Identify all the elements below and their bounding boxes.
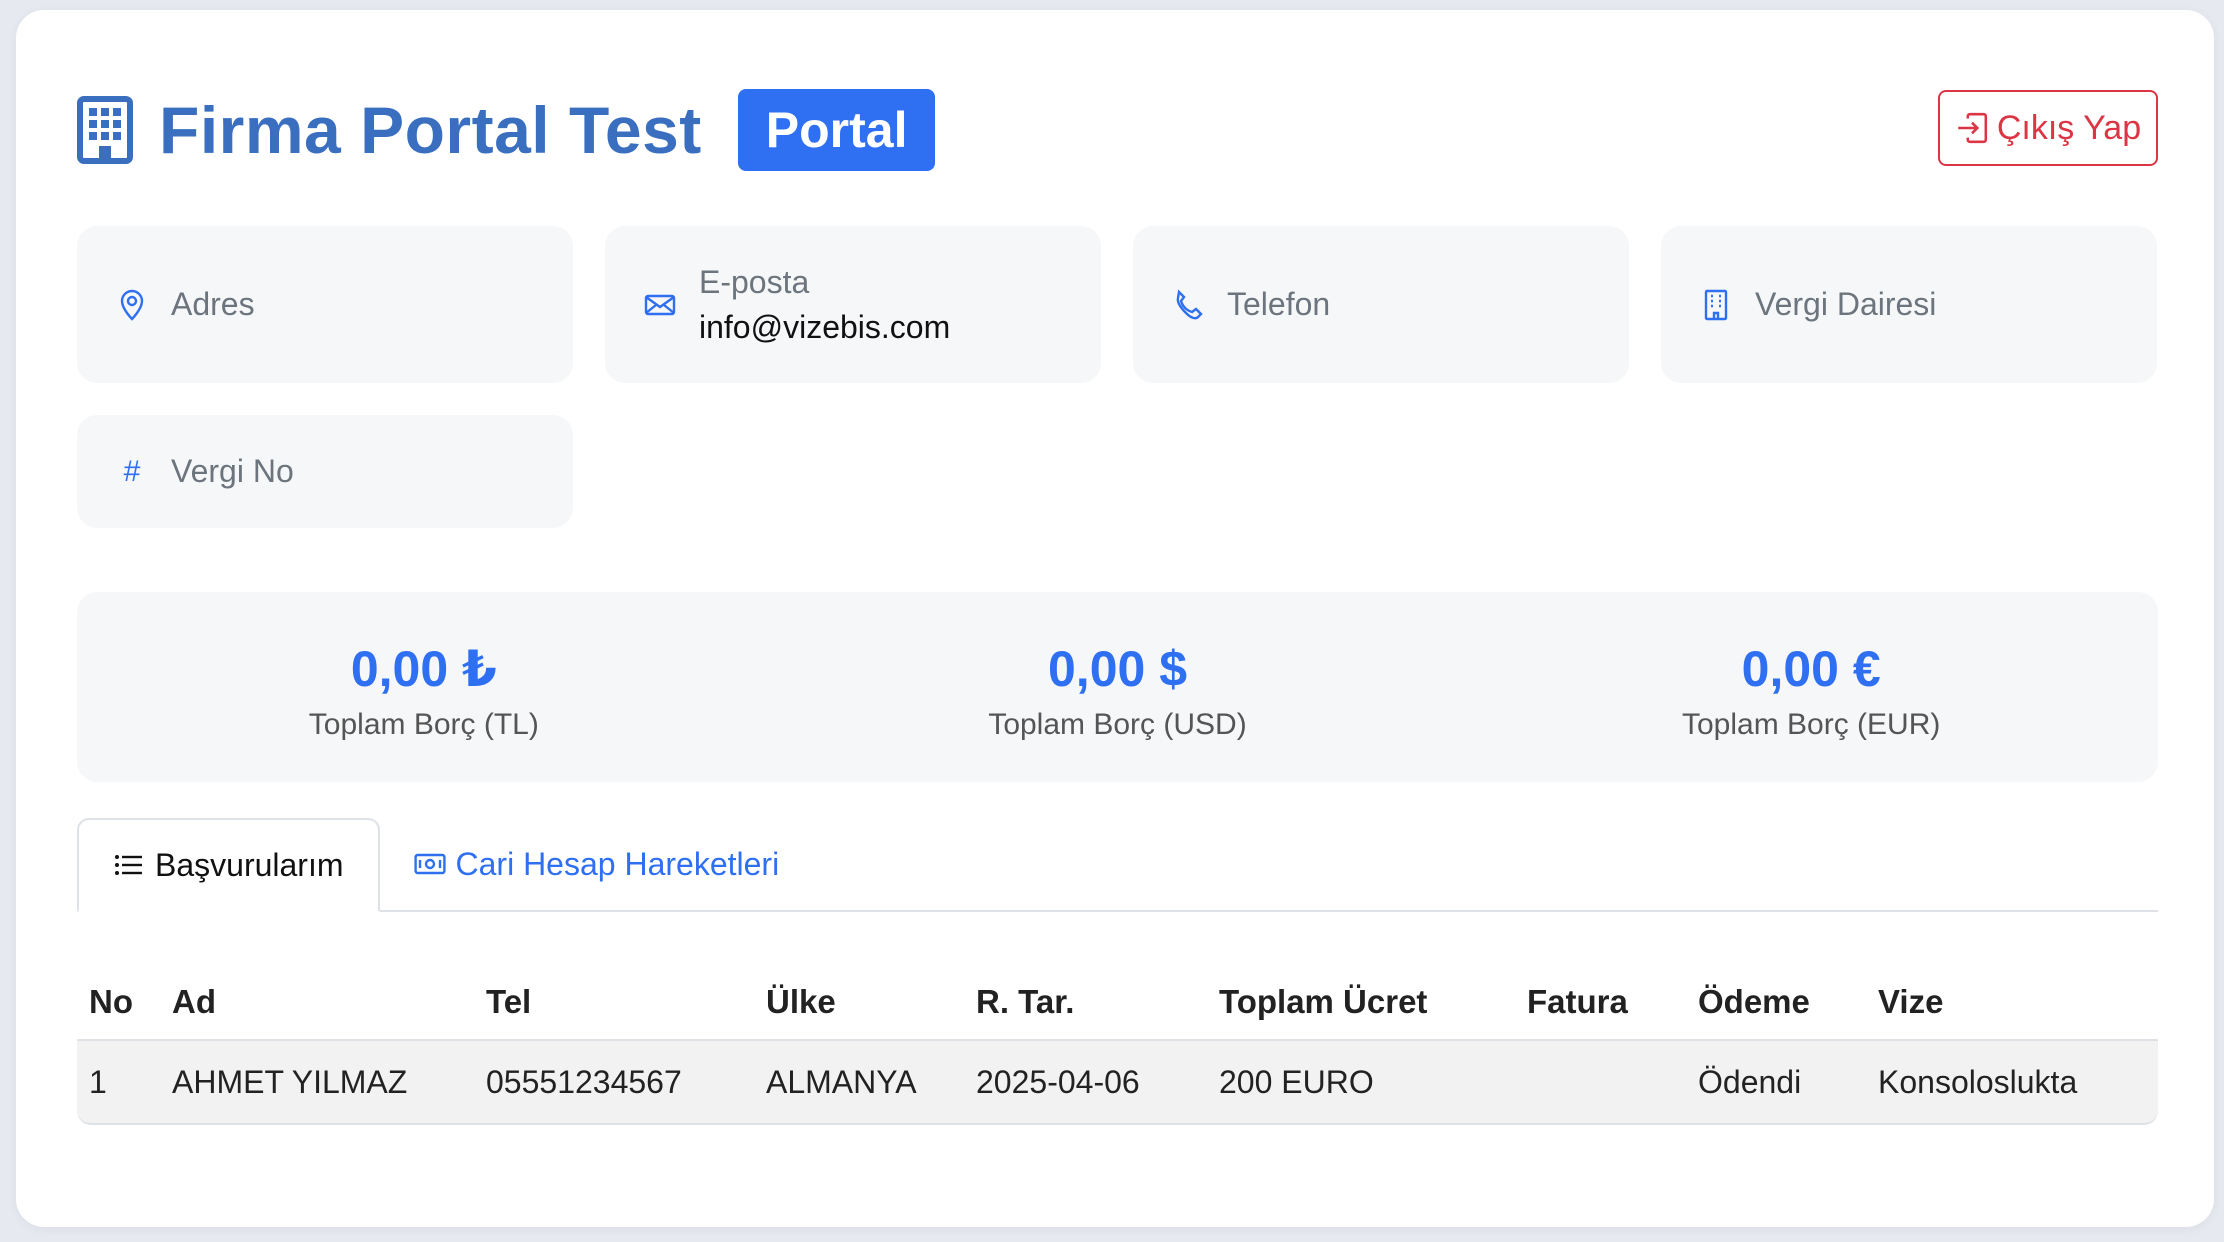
- table-header: No Ad Tel Ülke R. Tar. Toplam Ücret Fatu…: [77, 965, 2158, 1041]
- cell-phone: 05551234567: [486, 1063, 682, 1100]
- cell-total-fee: 200 EURO: [1219, 1063, 1374, 1100]
- total-label: Toplam Borç (USD): [988, 708, 1247, 741]
- building-icon: [1699, 288, 1733, 322]
- cell-visa: Konsolosluktа: [1878, 1063, 2078, 1100]
- page-title: Firma Portal Test: [159, 93, 702, 167]
- col-header: R. Tar.: [976, 983, 1075, 1020]
- tax-office-label: Vergi Dairesi: [1755, 286, 1937, 322]
- portal-badge: Portal: [737, 89, 936, 171]
- phone-icon: [1171, 288, 1205, 322]
- cell-no: 1: [89, 1063, 107, 1100]
- col-header: Fatura: [1527, 983, 1628, 1020]
- total-label: Toplam Borç (TL): [308, 708, 539, 741]
- address-label: Adres: [171, 286, 255, 322]
- col-header: Toplam Ücret: [1219, 983, 1428, 1020]
- list-icon: [115, 855, 142, 875]
- address-box: Adres: [77, 226, 573, 383]
- applications-table: No Ad Tel Ülke R. Tar. Toplam Ücret Fatu…: [77, 965, 2158, 1125]
- tax-office-box: Vergi Dairesi: [1661, 226, 2157, 383]
- email-value: info@vizebis.com: [699, 308, 951, 345]
- total-eur: 0,00 € Toplam Borç (EUR): [1464, 592, 2158, 782]
- col-header: No: [89, 983, 133, 1020]
- phone-label: Telefon: [1227, 286, 1331, 322]
- col-header: Ülke: [766, 983, 836, 1020]
- tab-account-transactions[interactable]: Cari Hesap Hareketleri: [380, 818, 814, 910]
- tax-no-box: # Vergi No: [77, 415, 573, 528]
- tab-label: Başvurularım: [155, 846, 344, 883]
- total-value: 0,00 ₺: [350, 641, 497, 697]
- total-tl: 0,00 ₺ Toplam Borç (TL): [77, 592, 771, 782]
- location-pin-icon: [115, 288, 149, 322]
- tab-bar: Başvurularım Cari Hesap Hareketleri: [77, 818, 2158, 912]
- phone-box: Telefon: [1133, 226, 1629, 383]
- cell-name: AHMET YILMAZ: [172, 1063, 408, 1100]
- logout-label: Çıkış Yap: [1996, 108, 2142, 147]
- building-icon: [77, 96, 133, 164]
- col-header: Ad: [172, 983, 216, 1020]
- hash-icon: #: [123, 454, 141, 488]
- cell-payment: Ödendi: [1698, 1063, 1802, 1100]
- portal-card: Firma Portal Test Portal Çıkış Yap Adres…: [16, 10, 2214, 1227]
- total-label: Toplam Borç (EUR): [1681, 708, 1941, 741]
- col-header: Tel: [486, 983, 532, 1020]
- debt-totals: 0,00 ₺ Toplam Borç (TL) 0,00 $ Toplam Bo…: [77, 592, 2158, 782]
- table-row[interactable]: 1 AHMET YILMAZ 05551234567 ALMANYA 2025-…: [77, 1041, 2158, 1125]
- col-header: Vize: [1878, 983, 1944, 1020]
- total-usd: 0,00 $ Toplam Borç (USD): [771, 592, 1465, 782]
- logout-icon: [1958, 112, 1987, 144]
- cell-date: 2025-04-06: [976, 1063, 1140, 1100]
- email-label: E-posta: [699, 263, 810, 300]
- cell-country: ALMANYA: [766, 1063, 917, 1100]
- total-value: 0,00 $: [1048, 641, 1188, 697]
- envelope-icon: [643, 288, 677, 322]
- cash-icon: [413, 853, 446, 875]
- page-header: Firma Portal Test Portal: [77, 82, 936, 178]
- email-box: E-posta info@vizebis.com: [605, 226, 1101, 383]
- tab-applications[interactable]: Başvurularım: [77, 818, 380, 912]
- tax-no-label: Vergi No: [171, 453, 294, 489]
- tab-label: Cari Hesap Hareketleri: [455, 845, 780, 882]
- logout-button[interactable]: Çıkış Yap: [1938, 90, 2158, 166]
- col-header: Ödeme: [1698, 983, 1810, 1020]
- total-value: 0,00 €: [1741, 641, 1881, 697]
